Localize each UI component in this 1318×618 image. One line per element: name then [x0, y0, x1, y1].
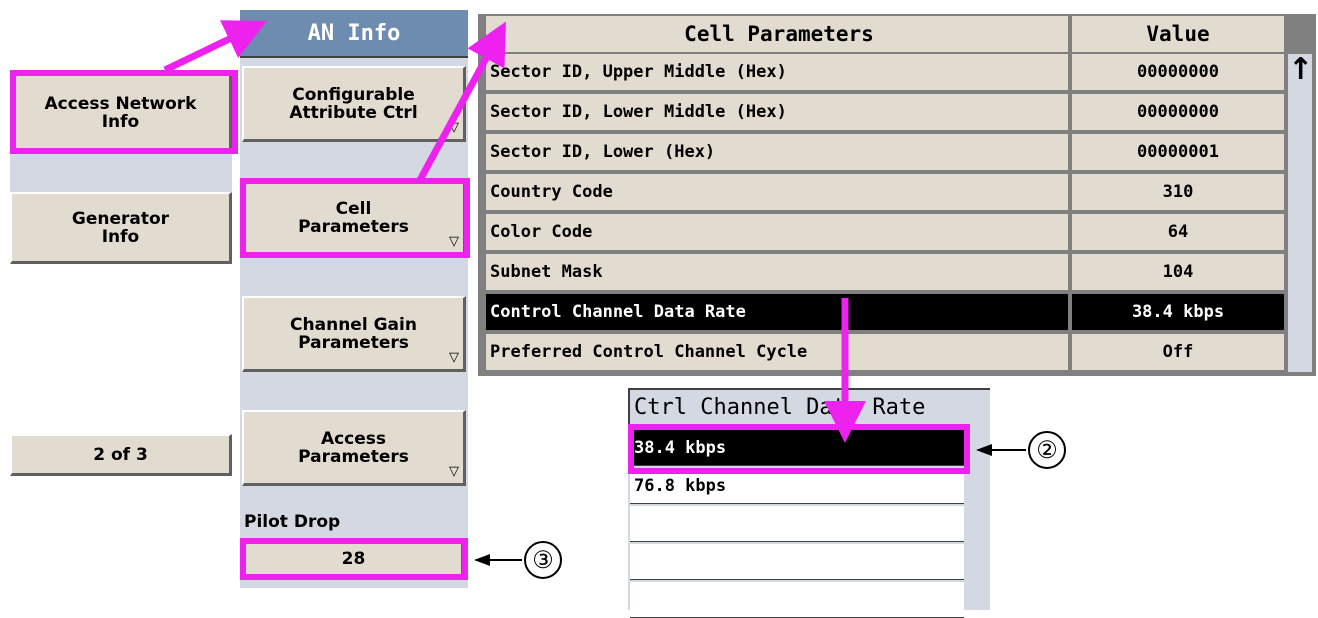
- callout-two: ②: [1028, 431, 1066, 469]
- annotation-arrows: [163, 20, 1026, 566]
- callout-three: ③: [524, 541, 562, 579]
- arrow-to-cell-table: [416, 21, 507, 182]
- arrow-to-an-info: [163, 20, 267, 74]
